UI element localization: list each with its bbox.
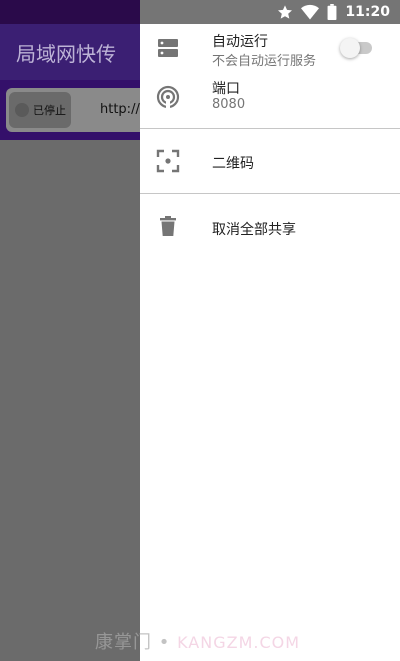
wifi-icon [301,4,320,20]
trash-icon [156,214,180,238]
port-title: 端口 [212,81,240,97]
server-url: http:// [100,102,140,117]
auto-run-title: 自动运行 [212,34,268,50]
divider [140,193,400,194]
scrim[interactable] [0,140,140,661]
app-title: 局域网快传 [16,42,116,66]
server-icon [156,36,180,60]
watermark-cn: 康掌门 [95,632,152,653]
qr-code-title: 二维码 [212,156,254,172]
watermark: 康掌门 • KANGZM.COM [95,628,300,654]
star-icon [277,4,293,20]
auto-run-subtitle: 不会自动运行服务 [212,54,317,69]
toggle-thumb [340,38,360,58]
cancel-share-title: 取消全部共享 [212,222,296,238]
qr-scan-icon [156,149,180,173]
antenna-icon [156,85,180,109]
drawer-item-qr-code[interactable]: 二维码 [140,136,400,186]
divider [140,128,400,129]
status-dot-icon [15,103,29,117]
drawer-item-auto-run[interactable]: 自动运行 不会自动运行服务 [140,24,400,72]
drawer-item-cancel-share[interactable]: 取消全部共享 [140,202,400,252]
server-status-chip: 已停止 [9,92,71,128]
server-status-label: 已停止 [33,104,66,117]
watermark-latin: KANGZM.COM [177,633,301,652]
status-time: 11:20 [345,4,390,20]
status-bar-drawer-overlay: 11:20 [140,0,400,24]
navigation-drawer: 自动运行 不会自动运行服务 端口 8080 二维码 取消全部共享 [140,24,400,661]
watermark-sep: • [158,632,171,653]
drawer-item-port[interactable]: 端口 8080 [140,72,400,120]
port-value: 8080 [212,97,246,112]
battery-icon [327,4,337,20]
auto-run-toggle[interactable] [340,38,374,58]
